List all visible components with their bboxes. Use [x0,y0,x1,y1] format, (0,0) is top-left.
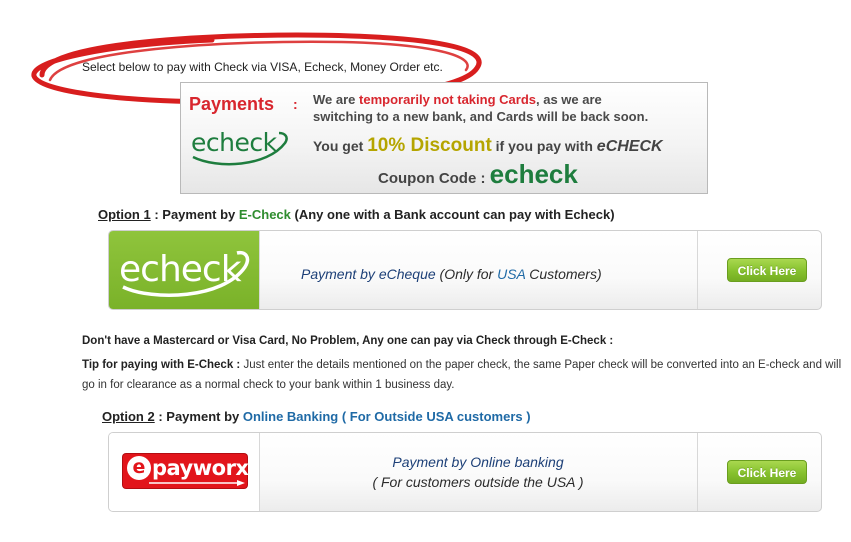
epayworx-logo-e: e [127,456,151,480]
coupon-code: Coupon Code : echeck [378,159,578,189]
arrow-right-icon [149,480,245,486]
echeck-click-here-button[interactable]: Click Here [727,258,807,282]
online-banking-title: Payment by Online banking [392,454,564,470]
epayworx-logo: e payworx [123,454,249,488]
banner-notice-line2: switching to a new bank, and Cards will … [313,109,649,124]
banner-notice-highlight: temporarily not taking Cards [359,92,536,107]
epayworx-logo-panel: e payworx [109,433,259,511]
banner-title: Payments [189,94,275,114]
banner-discount: You get 10% Discount if you pay with eCH… [313,135,663,156]
echeck-logo: echeck [119,249,242,290]
banner-notice-line1: We are temporarily not taking Cards, as … [313,92,602,107]
coupon-code-value: echeck [489,159,578,189]
discount-percentage: 10% Discount [367,135,492,156]
no-card-note: Don't have a Mastercard or Visa Card, No… [82,335,614,347]
option1-heading: Option 1 : Payment by E-Check (Any one w… [98,207,615,222]
divider [697,231,698,309]
divider [259,231,260,309]
echeck-description: Payment by eCheque (Only for USA Custome… [301,266,602,282]
divider [697,433,698,511]
echeck-logo-panel: echeck [109,231,259,309]
echeck-logo: echeck [191,128,277,157]
option2-heading: Option 2 : Payment by Online Banking ( F… [102,409,531,424]
intro-text: Select below to pay with Check via VISA,… [82,60,443,74]
online-banking-click-here-button[interactable]: Click Here [727,460,807,484]
divider [259,433,260,511]
online-banking-subtitle: ( For customers outside the USA ) [372,474,584,490]
echeck-payment-card[interactable]: echeck Payment by eCheque (Only for USA … [108,230,822,310]
payments-banner: Payments : We are temporarily not taking… [180,82,708,194]
epayworx-logo-text: payworx [152,456,249,480]
online-banking-payment-card[interactable]: e payworx Payment by Online banking ( Fo… [108,432,822,512]
banner-colon: : [293,96,298,112]
echeck-tip: Tip for paying with E-Check : Just enter… [82,359,842,391]
